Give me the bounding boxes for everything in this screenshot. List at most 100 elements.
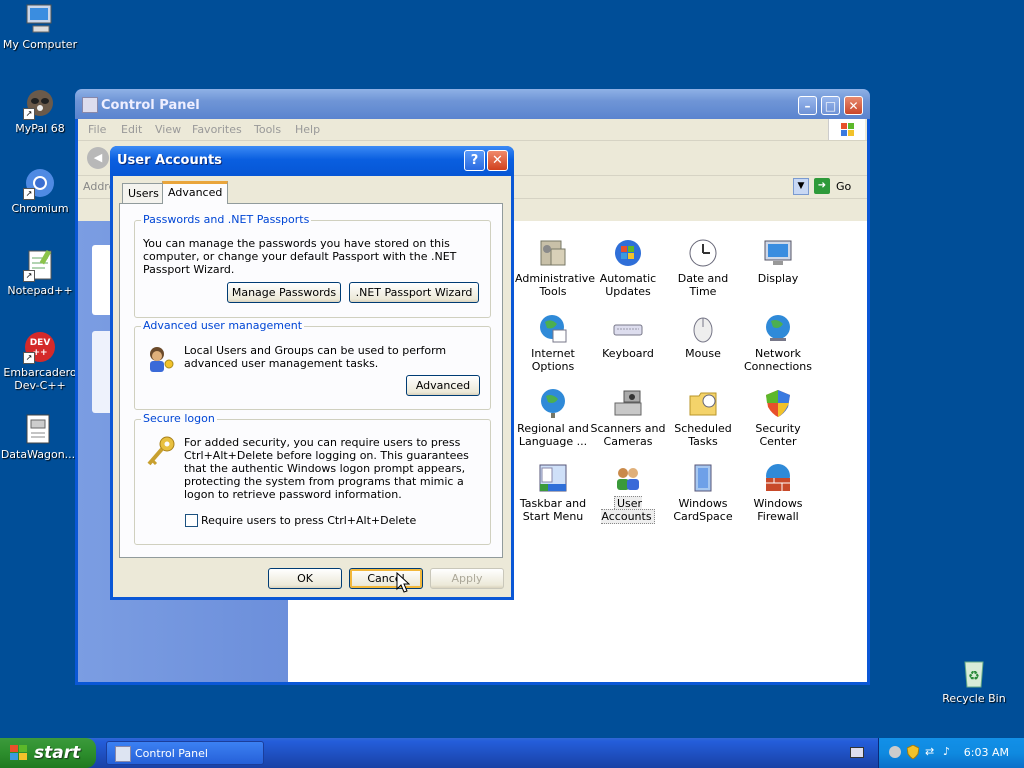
back-button[interactable]: ◀ — [87, 147, 109, 169]
advanced-button[interactable]: Advanced — [406, 375, 480, 396]
minimize-button[interactable]: – — [798, 96, 817, 115]
taskbar: start Control Panel ⇄ ♪ 6:03 AM — [0, 738, 1024, 768]
shortcut-arrow-icon: ↗ — [23, 188, 35, 200]
cp-item-mouse[interactable]: Mouse — [665, 312, 741, 360]
dialog-title: User Accounts — [117, 153, 222, 168]
advanced-mgmt-description: Local Users and Groups can be used to pe… — [184, 344, 447, 370]
cp-item-label: Mouse — [685, 347, 721, 360]
address-dropdown-button[interactable]: ▼ — [793, 178, 809, 195]
menu-tools[interactable]: Tools — [254, 123, 281, 136]
help-button[interactable]: ? — [464, 150, 485, 171]
desktop-icon-label: Recycle Bin — [942, 692, 1006, 705]
cp-item-label: User Accounts — [601, 496, 655, 524]
shortcut-arrow-icon: ↗ — [23, 108, 35, 120]
admin-tools-icon — [537, 237, 569, 269]
control-panel-titlebar[interactable]: Control Panel – □ ✕ — [75, 89, 870, 119]
cp-item-windows-cardspace[interactable]: Windows CardSpace — [665, 462, 741, 523]
menu-edit[interactable]: Edit — [121, 123, 142, 136]
desktop-icon-datawagon[interactable]: DataWagon... — [0, 412, 78, 461]
desktop-icon-notepadpp[interactable]: ↗ Notepad++ — [0, 248, 80, 297]
cp-item-keyboard[interactable]: Keyboard — [590, 312, 666, 360]
manage-passwords-button[interactable]: Manage Passwords — [227, 282, 341, 303]
group-title: Advanced user management — [141, 319, 305, 332]
apply-button[interactable]: Apply — [430, 568, 504, 589]
shield-icon — [762, 387, 794, 419]
advanced-user-management-group: Advanced user management Local Users and… — [134, 320, 491, 410]
desktop-icon-devcpp[interactable]: DEV ++ ↗ Embarcadero Dev-C++ — [0, 330, 80, 392]
taskbar-icon — [537, 462, 569, 494]
go-button[interactable]: ➜ Go — [814, 178, 856, 196]
cp-item-display[interactable]: Display — [740, 237, 816, 285]
cancel-button[interactable]: Cancel — [349, 568, 423, 589]
close-button[interactable]: ✕ — [487, 150, 508, 171]
desktop-icon-chromium[interactable]: ↗ Chromium — [0, 166, 80, 215]
svg-text:♻: ♻ — [968, 669, 980, 684]
menu-help[interactable]: Help — [295, 123, 320, 136]
clock[interactable]: 6:03 AM — [964, 746, 1009, 759]
cp-item-internet-options[interactable]: Internet Options — [515, 312, 591, 373]
cp-item-network-connections[interactable]: Network Connections — [740, 312, 816, 373]
tray-app-icon[interactable] — [889, 746, 901, 758]
desktop-icon-label: My Computer — [2, 38, 78, 51]
keyboard-icon — [612, 312, 644, 344]
cp-item-security-center[interactable]: Security Center — [740, 387, 816, 448]
go-label: Go — [836, 180, 852, 193]
tab-users[interactable]: Users — [122, 183, 165, 203]
network-globe-icon — [762, 312, 794, 344]
cp-item-date-time[interactable]: Date and Time — [665, 237, 741, 298]
desktop-icon-my-computer[interactable]: My Computer — [0, 2, 80, 51]
net-passport-wizard-button[interactable]: .NET Passport Wizard — [349, 282, 479, 303]
shortcut-arrow-icon: ↗ — [23, 270, 35, 282]
cp-item-taskbar-start-menu[interactable]: Taskbar and Start Menu — [515, 462, 591, 523]
desktop-icon-recycle-bin[interactable]: ♻ Recycle Bin — [934, 656, 1014, 705]
document-icon — [21, 412, 55, 446]
recycle-bin-icon: ♻ — [957, 656, 991, 690]
chromium-icon: ↗ — [23, 166, 57, 200]
cp-item-scheduled-tasks[interactable]: Scheduled Tasks — [665, 387, 741, 448]
folder-clock-icon — [687, 387, 719, 419]
maximize-button[interactable]: □ — [821, 96, 840, 115]
group-title: Passwords and .NET Passports — [141, 213, 312, 226]
devcpp-icon: DEV ++ ↗ — [23, 330, 57, 364]
cp-item-label: Taskbar and Start Menu — [519, 497, 587, 523]
raccoon-icon: ↗ — [23, 86, 57, 120]
cp-item-scanners-cameras[interactable]: Scanners and Cameras — [590, 387, 666, 448]
menu-favorites[interactable]: Favorites — [192, 123, 242, 136]
svg-text:DEV: DEV — [30, 338, 51, 348]
user-accounts-dialog: User Accounts ? ✕ Users Advanced Passwor… — [110, 146, 514, 600]
control-panel-icon — [82, 97, 98, 113]
network-tray-icon[interactable]: ⇄ — [925, 746, 939, 758]
volume-icon[interactable]: ♪ — [943, 746, 955, 758]
passwords-group: Passwords and .NET Passports You can man… — [134, 214, 491, 318]
keyboard-layout-icon[interactable] — [850, 747, 864, 758]
passwords-description: You can manage the passwords you have st… — [143, 237, 457, 276]
menu-file[interactable]: File — [88, 123, 106, 136]
taskbar-item-label: Control Panel — [135, 747, 208, 760]
advanced-tab-panel: Passwords and .NET Passports You can man… — [119, 203, 503, 558]
go-arrow-icon: ➜ — [814, 178, 830, 194]
desktop-icon-label: Embarcadero Dev-C++ — [3, 366, 77, 392]
cp-item-user-accounts[interactable]: User Accounts — [590, 462, 666, 524]
dialog-body: Users Advanced Passwords and .NET Passpo… — [113, 176, 511, 597]
ok-button[interactable]: OK — [268, 568, 342, 589]
secure-logon-description: For added security, you can require user… — [184, 436, 469, 501]
clock-icon — [687, 237, 719, 269]
security-shield-icon[interactable] — [906, 744, 920, 760]
close-button[interactable]: ✕ — [844, 96, 863, 115]
dialog-titlebar[interactable]: User Accounts ? ✕ — [110, 146, 514, 176]
start-button[interactable]: start — [0, 738, 96, 768]
cp-item-admin-tools[interactable]: Administrative Tools — [515, 237, 595, 298]
cp-item-automatic-updates[interactable]: Automatic Updates — [590, 237, 666, 298]
globe-icon — [537, 312, 569, 344]
firewall-icon — [762, 462, 794, 494]
cp-item-windows-firewall[interactable]: Windows Firewall — [740, 462, 816, 523]
cp-item-regional-language[interactable]: Regional and Language ... — [515, 387, 591, 448]
require-ctrl-alt-delete-checkbox[interactable] — [185, 514, 198, 527]
desktop-icon-mypal[interactable]: ↗ MyPal 68 — [0, 86, 80, 135]
taskbar-item-control-panel[interactable]: Control Panel — [106, 741, 264, 765]
require-ctrl-alt-delete-label[interactable]: Require users to press Ctrl+Alt+Delete — [201, 514, 416, 527]
group-title: Secure logon — [141, 412, 217, 425]
menu-view[interactable]: View — [155, 123, 181, 136]
tab-advanced[interactable]: Advanced — [162, 181, 229, 204]
scanner-icon — [612, 387, 644, 419]
